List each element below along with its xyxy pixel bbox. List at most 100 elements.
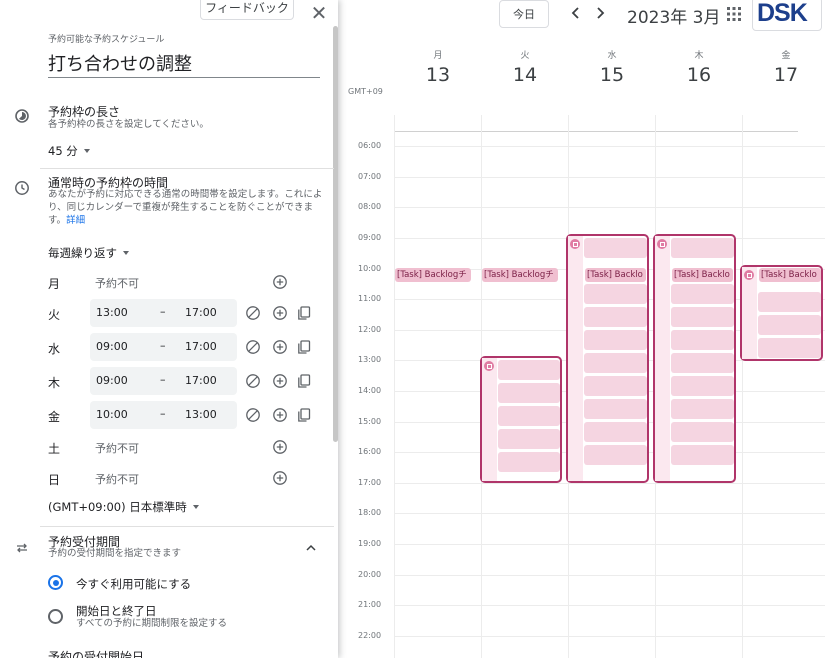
apps-grid-icon[interactable] bbox=[726, 6, 742, 22]
date-13[interactable]: 13 bbox=[395, 64, 481, 86]
booking-slot[interactable] bbox=[584, 284, 647, 304]
end-time[interactable]: 13:00 bbox=[185, 408, 217, 421]
date-14[interactable]: 14 bbox=[482, 64, 568, 86]
feedback-button[interactable]: フィードバック bbox=[200, 0, 294, 20]
booking-slot[interactable] bbox=[671, 307, 734, 327]
hour-label: 16:00 bbox=[358, 447, 382, 456]
booking-slot[interactable] bbox=[671, 284, 734, 304]
appointment-schedule-icon bbox=[744, 270, 754, 280]
time-range-box[interactable]: 13:00 – 17:00 bbox=[90, 299, 237, 327]
schedule-title-input[interactable]: 打ち合わせの調整 bbox=[48, 52, 320, 78]
slot-length-dropdown[interactable]: 45 分 bbox=[48, 143, 90, 159]
repeat-dropdown[interactable]: 毎週繰り返す bbox=[48, 245, 129, 261]
add-circle-icon[interactable] bbox=[272, 407, 288, 423]
timelapse-icon bbox=[15, 109, 29, 123]
booking-slot[interactable] bbox=[584, 376, 647, 396]
subtitle-line: り、同じカレンダーで重複が発生することを防ぐことができま bbox=[48, 202, 314, 213]
booking-slot[interactable] bbox=[584, 238, 647, 258]
task-event-chip[interactable]: [Task] Backlo bbox=[672, 268, 733, 282]
booking-slot[interactable] bbox=[498, 452, 560, 472]
start-time[interactable]: 10:00 bbox=[96, 408, 128, 421]
hour-label: 19:00 bbox=[358, 539, 382, 548]
add-circle-icon[interactable] bbox=[272, 274, 288, 290]
booking-slot[interactable] bbox=[758, 315, 821, 335]
copy-icon[interactable] bbox=[296, 373, 312, 389]
booking-slot[interactable] bbox=[498, 360, 560, 380]
booking-slot[interactable] bbox=[498, 406, 560, 426]
booking-slot[interactable] bbox=[671, 422, 734, 442]
logo-text: DSK bbox=[757, 0, 808, 27]
hour-gridline bbox=[394, 177, 825, 178]
booking-slot[interactable] bbox=[584, 330, 647, 350]
add-circle-icon[interactable] bbox=[272, 439, 288, 455]
booking-slot[interactable] bbox=[671, 330, 734, 350]
end-time[interactable]: 17:00 bbox=[185, 374, 217, 387]
time-range-box[interactable]: 09:00 – 17:00 bbox=[90, 333, 237, 361]
booking-slot[interactable] bbox=[584, 445, 647, 465]
date-16[interactable]: 16 bbox=[656, 64, 742, 86]
booking-slot[interactable] bbox=[758, 292, 821, 312]
copy-icon[interactable] bbox=[296, 339, 312, 355]
close-icon[interactable]: ✕ bbox=[308, 1, 330, 25]
block-icon[interactable] bbox=[245, 373, 261, 389]
time-range-box[interactable]: 10:00 – 13:00 bbox=[90, 401, 237, 429]
next-week-icon[interactable] bbox=[591, 4, 609, 22]
time-range-box[interactable]: 09:00 – 17:00 bbox=[90, 367, 237, 395]
timezone-dropdown[interactable]: (GMT+09:00) 日本標準時 bbox=[48, 499, 199, 515]
panel-scrollbar[interactable] bbox=[333, 26, 338, 442]
booking-slot[interactable] bbox=[671, 376, 734, 396]
booking-slot[interactable] bbox=[498, 429, 560, 449]
task-event-chip[interactable]: [Task] Backlogチ bbox=[482, 268, 558, 282]
booking-slot[interactable] bbox=[498, 383, 560, 403]
booking-slot[interactable] bbox=[584, 399, 647, 419]
copy-icon[interactable] bbox=[296, 407, 312, 423]
booking-slot[interactable] bbox=[671, 353, 734, 373]
availability-subtitle: あなたが予約に対応できる通常の時間帯を設定します。これによ り、同じカレンダーで… bbox=[48, 188, 328, 227]
timezone-label: GMT+09 bbox=[348, 87, 383, 96]
chevron-down-icon bbox=[83, 149, 90, 153]
hour-label: 13:00 bbox=[358, 355, 382, 364]
booking-slot-group-tue[interactable] bbox=[480, 356, 562, 483]
copy-icon[interactable] bbox=[296, 305, 312, 321]
day-label: 火 bbox=[48, 308, 61, 322]
block-icon[interactable] bbox=[245, 339, 261, 355]
date-17[interactable]: 17 bbox=[743, 64, 825, 86]
start-time[interactable]: 09:00 bbox=[96, 340, 128, 353]
booking-slot[interactable] bbox=[584, 422, 647, 442]
booking-slot[interactable] bbox=[758, 338, 821, 358]
add-circle-icon[interactable] bbox=[272, 470, 288, 486]
block-icon[interactable] bbox=[245, 407, 261, 423]
radio-available-now[interactable] bbox=[48, 575, 63, 590]
day-of-week-fri: 金 bbox=[781, 51, 791, 61]
task-event-chip[interactable]: [Task] Backlo bbox=[585, 268, 646, 282]
learn-more-link[interactable]: 詳細 bbox=[66, 215, 85, 226]
add-circle-icon[interactable] bbox=[272, 305, 288, 321]
prev-week-icon[interactable] bbox=[567, 4, 585, 22]
section-divider bbox=[40, 526, 334, 527]
hour-gridline bbox=[394, 605, 825, 606]
start-time[interactable]: 09:00 bbox=[96, 374, 128, 387]
today-button[interactable]: 今日 bbox=[499, 0, 549, 28]
booking-slot[interactable] bbox=[584, 353, 647, 373]
add-circle-icon[interactable] bbox=[272, 373, 288, 389]
hour-label: 06:00 bbox=[358, 141, 382, 150]
radio-date-range[interactable] bbox=[48, 609, 63, 624]
end-time[interactable]: 17:00 bbox=[185, 340, 217, 353]
hour-gridline bbox=[394, 146, 825, 147]
slot-group-strip bbox=[655, 236, 670, 481]
booking-slot[interactable] bbox=[671, 238, 734, 258]
company-logo[interactable]: DSK bbox=[752, 0, 822, 31]
date-15[interactable]: 15 bbox=[569, 64, 655, 86]
booking-slot[interactable] bbox=[671, 445, 734, 465]
chevron-up-icon[interactable] bbox=[304, 542, 318, 554]
booking-slot[interactable] bbox=[671, 399, 734, 419]
add-circle-icon[interactable] bbox=[272, 339, 288, 355]
task-event-chip[interactable]: [Task] Backlo bbox=[759, 268, 821, 282]
start-time[interactable]: 13:00 bbox=[96, 306, 128, 319]
day-label: 金 bbox=[48, 410, 61, 424]
end-time[interactable]: 17:00 bbox=[185, 306, 217, 319]
block-icon[interactable] bbox=[245, 305, 261, 321]
hour-gridline bbox=[394, 544, 825, 545]
booking-slot[interactable] bbox=[584, 307, 647, 327]
task-event-chip[interactable]: [Task] Backlogチ bbox=[395, 268, 471, 282]
